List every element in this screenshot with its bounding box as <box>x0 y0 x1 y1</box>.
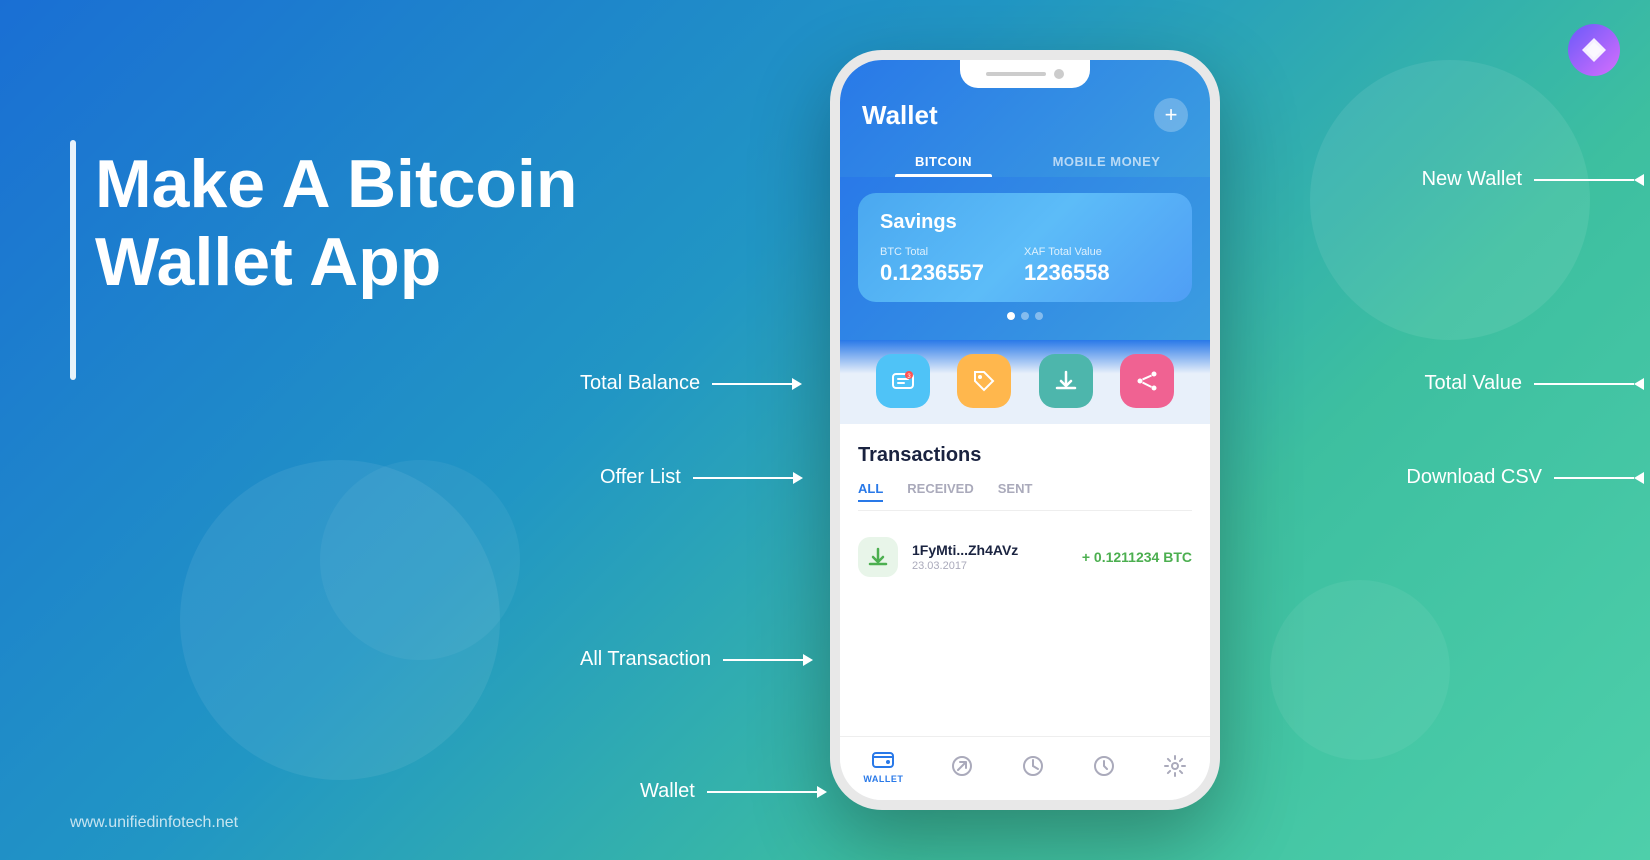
btc-value: 0.1236557 <box>880 260 984 286</box>
nav-wallet[interactable]: WALLET <box>863 747 903 784</box>
tx-address: 1FyMti...Zh4AVz <box>912 542 1068 558</box>
notch-line <box>986 72 1046 76</box>
download-csv-arrow <box>1634 472 1644 484</box>
app-header-top: Wallet + <box>862 98 1188 132</box>
action-buttons: 3 <box>840 340 1210 424</box>
bg-decoration-circle-4 <box>1270 580 1450 760</box>
btc-label: BTC Total <box>880 246 984 258</box>
transaction-tabs: ALL RECEIVED SENT <box>858 481 1192 511</box>
annotation-new-wallet: New Wallet <box>1422 168 1644 191</box>
xaf-block: XAF Total Value 1236558 <box>1024 246 1110 286</box>
bg-decoration-circle-3 <box>1310 60 1590 340</box>
add-wallet-button[interactable]: + <box>1154 98 1188 132</box>
wallet-card: Savings BTC Total 0.1236557 XAF Total Va… <box>858 193 1192 302</box>
wallet-nav-line <box>707 791 817 793</box>
share-button[interactable] <box>1120 354 1174 408</box>
total-balance-label: Total Balance <box>580 372 700 395</box>
card-dot-3 <box>1035 312 1043 320</box>
card-dot-1 <box>1007 312 1015 320</box>
nav-wallet-label: WALLET <box>863 774 903 784</box>
new-wallet-label: New Wallet <box>1422 168 1522 191</box>
tx-details: 1FyMti...Zh4AVz 23.03.2017 <box>912 542 1068 572</box>
new-wallet-arrow <box>1634 174 1644 186</box>
card-dot-2 <box>1021 312 1029 320</box>
card-dots <box>858 312 1192 320</box>
annotation-total-value: Total Value <box>1425 372 1644 395</box>
total-value-arrow <box>1634 378 1644 390</box>
bg-decoration-circle-2 <box>320 460 520 660</box>
all-transaction-line <box>723 659 803 661</box>
all-transaction-label: All Transaction <box>580 648 711 671</box>
annotation-download-csv: Download CSV <box>1406 466 1644 489</box>
tx-amount: + 0.1211234 BTC <box>1082 549 1192 565</box>
tab-bitcoin[interactable]: BITCOIN <box>862 144 1025 177</box>
notch-dot <box>1054 69 1064 79</box>
total-value-line <box>1534 383 1634 385</box>
annotation-total-balance: Total Balance <box>580 372 802 395</box>
brand-logo <box>1568 24 1620 76</box>
phone-frame: Wallet + BITCOIN MOBILE MONEY Savings BT… <box>830 50 1220 810</box>
download-csv-line <box>1554 477 1634 479</box>
new-wallet-line <box>1534 179 1634 181</box>
tx-date: 23.03.2017 <box>912 560 1068 572</box>
offer-list-arrow <box>793 472 803 484</box>
offer-list-button[interactable]: 3 <box>876 354 930 408</box>
tab-mobile-money[interactable]: MOBILE MONEY <box>1025 144 1188 177</box>
nav-chart[interactable] <box>1021 754 1045 778</box>
wallet-card-area: Savings BTC Total 0.1236557 XAF Total Va… <box>840 177 1210 340</box>
tag-button[interactable] <box>957 354 1011 408</box>
accent-bar <box>70 140 76 380</box>
annotation-offer-list: Offer List <box>600 466 803 489</box>
xaf-value: 1236558 <box>1024 260 1110 286</box>
website-url: www.unifiedinfotech.net <box>70 814 238 832</box>
transactions-section: Transactions ALL RECEIVED SENT 1FyMti...… <box>840 424 1210 736</box>
wallet-nav-arrow <box>817 786 827 798</box>
tab-received[interactable]: RECEIVED <box>907 481 973 502</box>
btc-block: BTC Total 0.1236557 <box>880 246 984 286</box>
download-csv-button[interactable] <box>1039 354 1093 408</box>
wallet-values: BTC Total 0.1236557 XAF Total Value 1236… <box>880 246 1170 286</box>
app-title: Wallet <box>862 100 938 131</box>
nav-settings[interactable] <box>1163 754 1187 778</box>
annotation-all-transaction: All Transaction <box>580 648 813 671</box>
transaction-item: 1FyMti...Zh4AVz 23.03.2017 + 0.1211234 B… <box>858 527 1192 587</box>
bottom-navigation: WALLET <box>840 736 1210 800</box>
phone-notch <box>960 60 1090 88</box>
app-screen: Wallet + BITCOIN MOBILE MONEY Savings BT… <box>840 60 1210 800</box>
tab-sent[interactable]: SENT <box>998 481 1033 502</box>
nav-history[interactable] <box>1092 754 1116 778</box>
main-heading: Make A Bitcoin Wallet App <box>95 145 655 301</box>
wallet-nav-label: Wallet <box>640 780 695 803</box>
offer-list-line <box>693 477 793 479</box>
download-csv-label: Download CSV <box>1406 466 1542 489</box>
transactions-title: Transactions <box>858 444 1192 467</box>
tab-all[interactable]: ALL <box>858 481 883 502</box>
wallet-tabs: BITCOIN MOBILE MONEY <box>862 144 1188 177</box>
annotation-wallet-nav: Wallet <box>640 780 827 803</box>
total-value-label: Total Value <box>1425 372 1522 395</box>
tx-icon <box>858 537 898 577</box>
total-balance-arrow <box>792 378 802 390</box>
wallet-name: Savings <box>880 211 1170 234</box>
xaf-label: XAF Total Value <box>1024 246 1110 258</box>
offer-list-label: Offer List <box>600 466 681 489</box>
phone-mockup: Wallet + BITCOIN MOBILE MONEY Savings BT… <box>830 50 1250 840</box>
all-transaction-arrow <box>803 654 813 666</box>
nav-send[interactable] <box>950 754 974 778</box>
total-balance-line <box>712 383 792 385</box>
